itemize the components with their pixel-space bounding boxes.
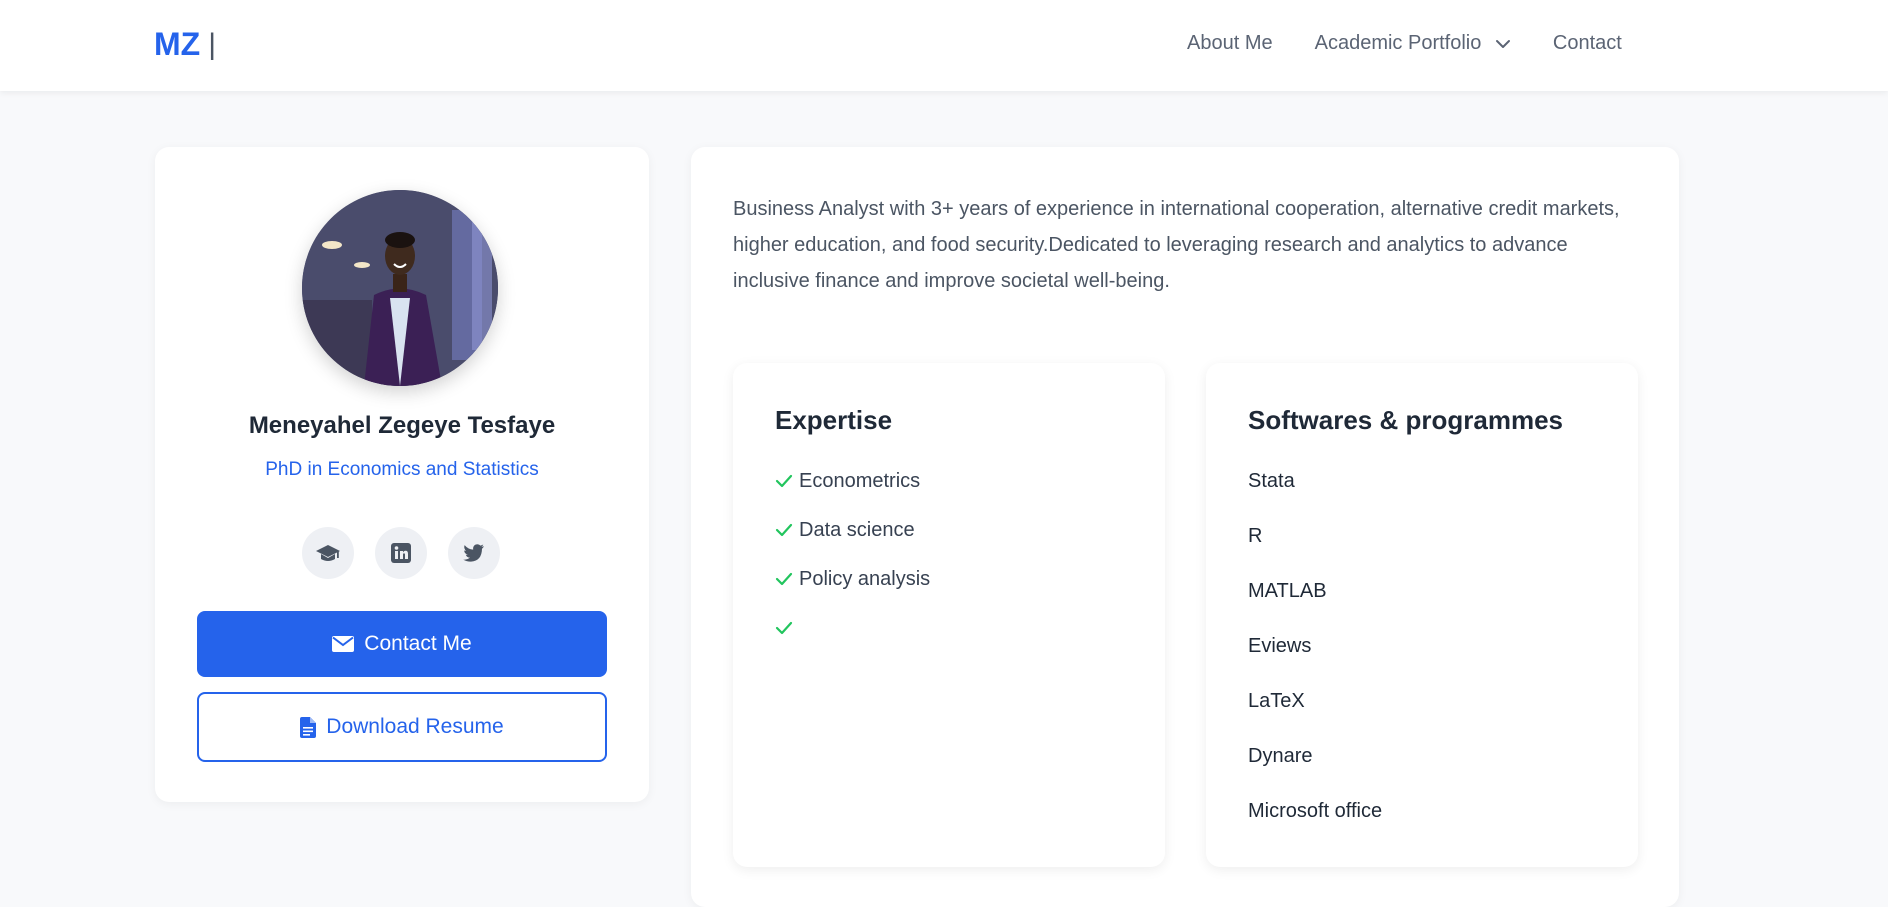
- software-list: Stata R MATLAB Eviews LaTeX Dynare Micro…: [1248, 467, 1382, 825]
- brand-initials: MZ: [154, 26, 201, 62]
- list-item: Policy analysis: [775, 565, 930, 593]
- check-icon: [775, 474, 793, 488]
- profile-degree: PhD in Economics and Statistics: [265, 459, 539, 480]
- list-item: [775, 614, 930, 642]
- nav-links: About Me Academic Portfolio Contact: [1187, 32, 1622, 55]
- social-links: [302, 527, 500, 579]
- contact-me-button[interactable]: Contact Me: [197, 611, 607, 677]
- list-item: Econometrics: [775, 467, 930, 495]
- download-resume-label: Download Resume: [326, 715, 504, 738]
- envelope-icon: [332, 636, 355, 652]
- expertise-item-label: Econometrics: [799, 469, 921, 492]
- profile-name: Meneyahel Zegeye Tesfaye: [248, 412, 556, 439]
- about-card: Business Analyst with 3+ years of experi…: [691, 147, 1679, 907]
- download-resume-button[interactable]: Download Resume: [197, 692, 607, 762]
- navbar: MZ | About Me Academic Portfolio Contact: [0, 0, 1888, 91]
- expertise-title: Expertise: [775, 405, 893, 435]
- file-icon: [300, 716, 317, 738]
- list-item: Eviews: [1248, 635, 1312, 657]
- bio-text: Business Analyst with 3+ years of experi…: [733, 198, 1620, 292]
- list-item: MATLAB: [1248, 580, 1327, 602]
- expertise-list: Econometrics Data science Policy analysi…: [775, 467, 930, 642]
- check-icon: [775, 572, 793, 586]
- list-item: LaTeX: [1248, 690, 1305, 712]
- nav-link-academic-label: Academic Portfolio: [1314, 32, 1482, 54]
- profile-card: Meneyahel Zegeye Tesfaye PhD in Economic…: [155, 147, 649, 802]
- list-item: Microsoft office: [1248, 800, 1383, 822]
- list-item: Stata: [1248, 470, 1295, 492]
- contact-me-label: Contact Me: [364, 632, 472, 655]
- google-scholar-link[interactable]: [302, 527, 354, 579]
- nav-link-about[interactable]: About Me: [1187, 32, 1273, 55]
- brand-separator: |: [208, 27, 216, 61]
- expertise-item-label: Policy analysis: [799, 567, 931, 590]
- graduation-cap-icon: [316, 545, 340, 561]
- list-item: R: [1248, 525, 1263, 547]
- list-item: Data science: [775, 516, 930, 544]
- avatar: [302, 190, 498, 386]
- check-icon: [775, 523, 793, 537]
- linkedin-icon: [391, 543, 411, 563]
- chevron-down-icon: [1495, 39, 1510, 48]
- list-item: Dynare: [1248, 745, 1313, 767]
- brand-logo[interactable]: MZ |: [154, 26, 216, 63]
- twitter-icon: [463, 544, 484, 562]
- nav-link-contact[interactable]: Contact: [1553, 32, 1622, 55]
- software-card: Softwares & programmes Stata R MATLAB Ev…: [1206, 363, 1638, 867]
- twitter-link[interactable]: [448, 527, 500, 579]
- expertise-card: Expertise Econometrics Data science Poli…: [733, 363, 1165, 867]
- check-icon: [775, 621, 793, 635]
- nav-link-academic-portfolio[interactable]: Academic Portfolio: [1315, 32, 1511, 55]
- nav-link-about-label: About Me: [1187, 32, 1273, 54]
- nav-link-contact-label: Contact: [1552, 32, 1622, 54]
- software-title: Softwares & programmes: [1248, 405, 1563, 435]
- avatar-photo: [302, 190, 498, 386]
- expertise-item-label: Data science: [799, 518, 915, 541]
- linkedin-link[interactable]: [375, 527, 427, 579]
